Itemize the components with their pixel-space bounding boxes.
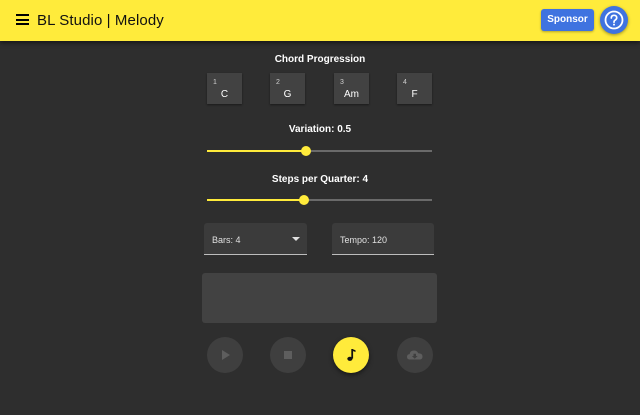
stop-icon bbox=[284, 351, 292, 359]
chord-number: 4 bbox=[403, 79, 407, 86]
slider-thumb[interactable] bbox=[301, 146, 311, 156]
slider-fill bbox=[207, 150, 306, 152]
bars-value: Bars: 4 bbox=[212, 235, 241, 245]
slider-fill bbox=[207, 199, 304, 201]
play-icon bbox=[222, 350, 230, 360]
music-note-icon bbox=[347, 349, 356, 361]
chord-name: C bbox=[220, 89, 229, 100]
cloud-download-icon bbox=[407, 350, 423, 360]
stop-button[interactable] bbox=[270, 337, 306, 373]
generate-melody-button[interactable] bbox=[333, 337, 369, 373]
chord-progression-label: Chord Progression bbox=[274, 54, 366, 65]
chord-name: F bbox=[411, 89, 418, 100]
slider-thumb[interactable] bbox=[298, 195, 309, 205]
help-icon bbox=[604, 10, 624, 30]
tempo-value: Tempo: 120 bbox=[340, 235, 388, 245]
tempo-input[interactable]: Tempo: 120 bbox=[332, 223, 434, 255]
chord-slot-2[interactable]: 2 G bbox=[270, 73, 305, 104]
steps-per-quarter-slider[interactable] bbox=[207, 193, 432, 207]
chord-number: 2 bbox=[276, 79, 280, 86]
sponsor-button[interactable]: Sponsor bbox=[541, 9, 594, 31]
menu-icon[interactable] bbox=[16, 14, 29, 25]
chord-slot-1[interactable]: 1 C bbox=[207, 73, 242, 104]
chord-name: G bbox=[283, 89, 292, 100]
help-button[interactable] bbox=[600, 6, 628, 34]
play-button[interactable] bbox=[207, 337, 243, 373]
chord-slot-4[interactable]: 4 F bbox=[397, 73, 432, 104]
chord-number: 3 bbox=[340, 79, 344, 86]
variation-slider[interactable] bbox=[207, 144, 432, 158]
melody-visualization bbox=[202, 273, 437, 323]
app-bar: BL Studio | Melody Sponsor bbox=[0, 0, 640, 41]
dropdown-arrow-icon bbox=[292, 237, 300, 241]
chord-name: Am bbox=[344, 89, 359, 100]
download-button[interactable] bbox=[397, 337, 433, 373]
steps-per-quarter-label: Steps per Quarter: 4 bbox=[271, 174, 369, 185]
variation-label: Variation: 0.5 bbox=[288, 124, 352, 135]
bars-select[interactable]: Bars: 4 bbox=[204, 223, 307, 255]
chord-slot-3[interactable]: 3 Am bbox=[334, 73, 369, 104]
chord-number: 1 bbox=[213, 79, 217, 86]
app-title: BL Studio | Melody bbox=[37, 12, 164, 29]
